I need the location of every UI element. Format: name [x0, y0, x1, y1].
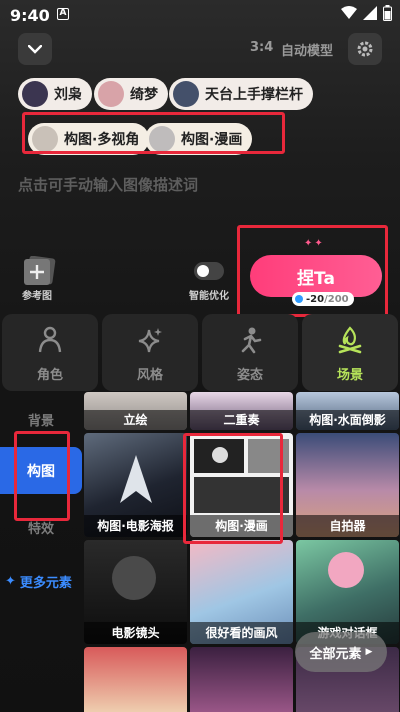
grid-item-label: 构图·水面倒影	[296, 410, 399, 430]
grid-item-pretty-style[interactable]: 很好看的画风	[190, 540, 293, 644]
grid-item-label: 二重奏	[190, 410, 293, 430]
avatar	[173, 81, 199, 107]
highlight-box	[237, 225, 388, 317]
status-bar: 9:40 A	[0, 0, 400, 28]
grid-item-selfie[interactable]: 自拍器	[296, 433, 399, 537]
wifi-icon	[341, 6, 357, 19]
chevron-down-icon	[28, 44, 42, 54]
aspect-ratio-selector[interactable]: 3:4	[250, 40, 273, 55]
highlight-box	[183, 433, 283, 544]
game-character-art	[328, 552, 364, 588]
grid-item-label: 构图·电影海报	[84, 515, 187, 537]
grid-item[interactable]	[84, 647, 187, 712]
grid-item-movie-poster[interactable]: 构图·电影海报	[84, 433, 187, 537]
avatar	[22, 81, 48, 107]
tab-character[interactable]: 角色	[2, 314, 98, 391]
tab-label: 姿态	[236, 368, 263, 383]
tab-label: 角色	[36, 368, 63, 383]
character-name: 天台上手撑栏杆	[205, 87, 303, 103]
highlight-box	[22, 112, 285, 154]
status-icons	[341, 5, 392, 21]
sparkle-icon: ✦	[5, 574, 16, 589]
grid-item-label: 电影镜头	[84, 622, 187, 644]
battery-icon	[383, 5, 392, 21]
all-elements-button[interactable]: 全部元素 ▶	[295, 632, 387, 672]
more-elements-link[interactable]: ✦ 更多元素	[5, 572, 72, 591]
tab-scene[interactable]: 场景	[302, 314, 398, 391]
smart-optimize-toggle[interactable]	[194, 262, 224, 280]
poster-art	[120, 455, 152, 503]
tab-label: 风格	[136, 368, 163, 383]
tab-style[interactable]: 风格	[102, 314, 198, 391]
grid-item[interactable]: 二重奏	[190, 392, 293, 430]
running-figure-icon	[241, 327, 262, 354]
reference-image-button[interactable]	[22, 256, 58, 286]
grid-item[interactable]: 立绘	[84, 392, 187, 430]
all-elements-label: 全部元素	[309, 646, 362, 662]
grid-item[interactable]	[190, 647, 293, 712]
grid-item-game-dialog[interactable]: 游戏对话框	[296, 540, 399, 644]
prompt-input[interactable]: 点击可手动输入图像描述词	[18, 174, 198, 195]
side-item-background[interactable]: 背景	[0, 410, 82, 429]
character-chip-qimeng[interactable]: 绮梦	[94, 78, 168, 110]
person-icon	[38, 326, 62, 353]
avatar	[98, 81, 124, 107]
grid-item-movie-shot[interactable]: 电影镜头	[84, 540, 187, 644]
gear-icon	[357, 41, 373, 57]
collapse-button[interactable]	[18, 33, 52, 65]
grid-item[interactable]: 构图·水面倒影	[296, 392, 399, 430]
character-name: 刘枭	[54, 87, 82, 103]
sparkle-style-icon	[138, 328, 162, 353]
grid-item-label: 立绘	[84, 410, 187, 430]
toggle-knob	[197, 265, 209, 277]
clock: 9:40	[10, 6, 50, 25]
more-elements-label: 更多元素	[19, 576, 72, 591]
settings-button[interactable]	[348, 33, 382, 65]
reference-image-label: 参考图	[22, 291, 52, 302]
character-chip-rooftop[interactable]: 天台上手撑栏杆	[169, 78, 313, 110]
grid-item-label: 自拍器	[296, 515, 399, 537]
grid-item-label: 很好看的画风	[190, 622, 293, 644]
a-notification-icon: A	[57, 8, 69, 20]
play-arrow-icon: ▶	[365, 647, 373, 657]
character-name: 绮梦	[130, 87, 158, 103]
model-selector[interactable]: 自动模型	[281, 40, 333, 59]
movie-shot-art	[112, 556, 156, 600]
campfire-icon	[338, 326, 362, 354]
character-chip-liuxiao[interactable]: 刘枭	[18, 78, 92, 110]
smart-optimize-label: 智能优化	[189, 291, 229, 302]
tab-label: 场景	[336, 368, 363, 383]
highlight-box	[14, 431, 70, 521]
signal-icon	[363, 6, 377, 20]
tab-pose[interactable]: 姿态	[202, 314, 298, 391]
